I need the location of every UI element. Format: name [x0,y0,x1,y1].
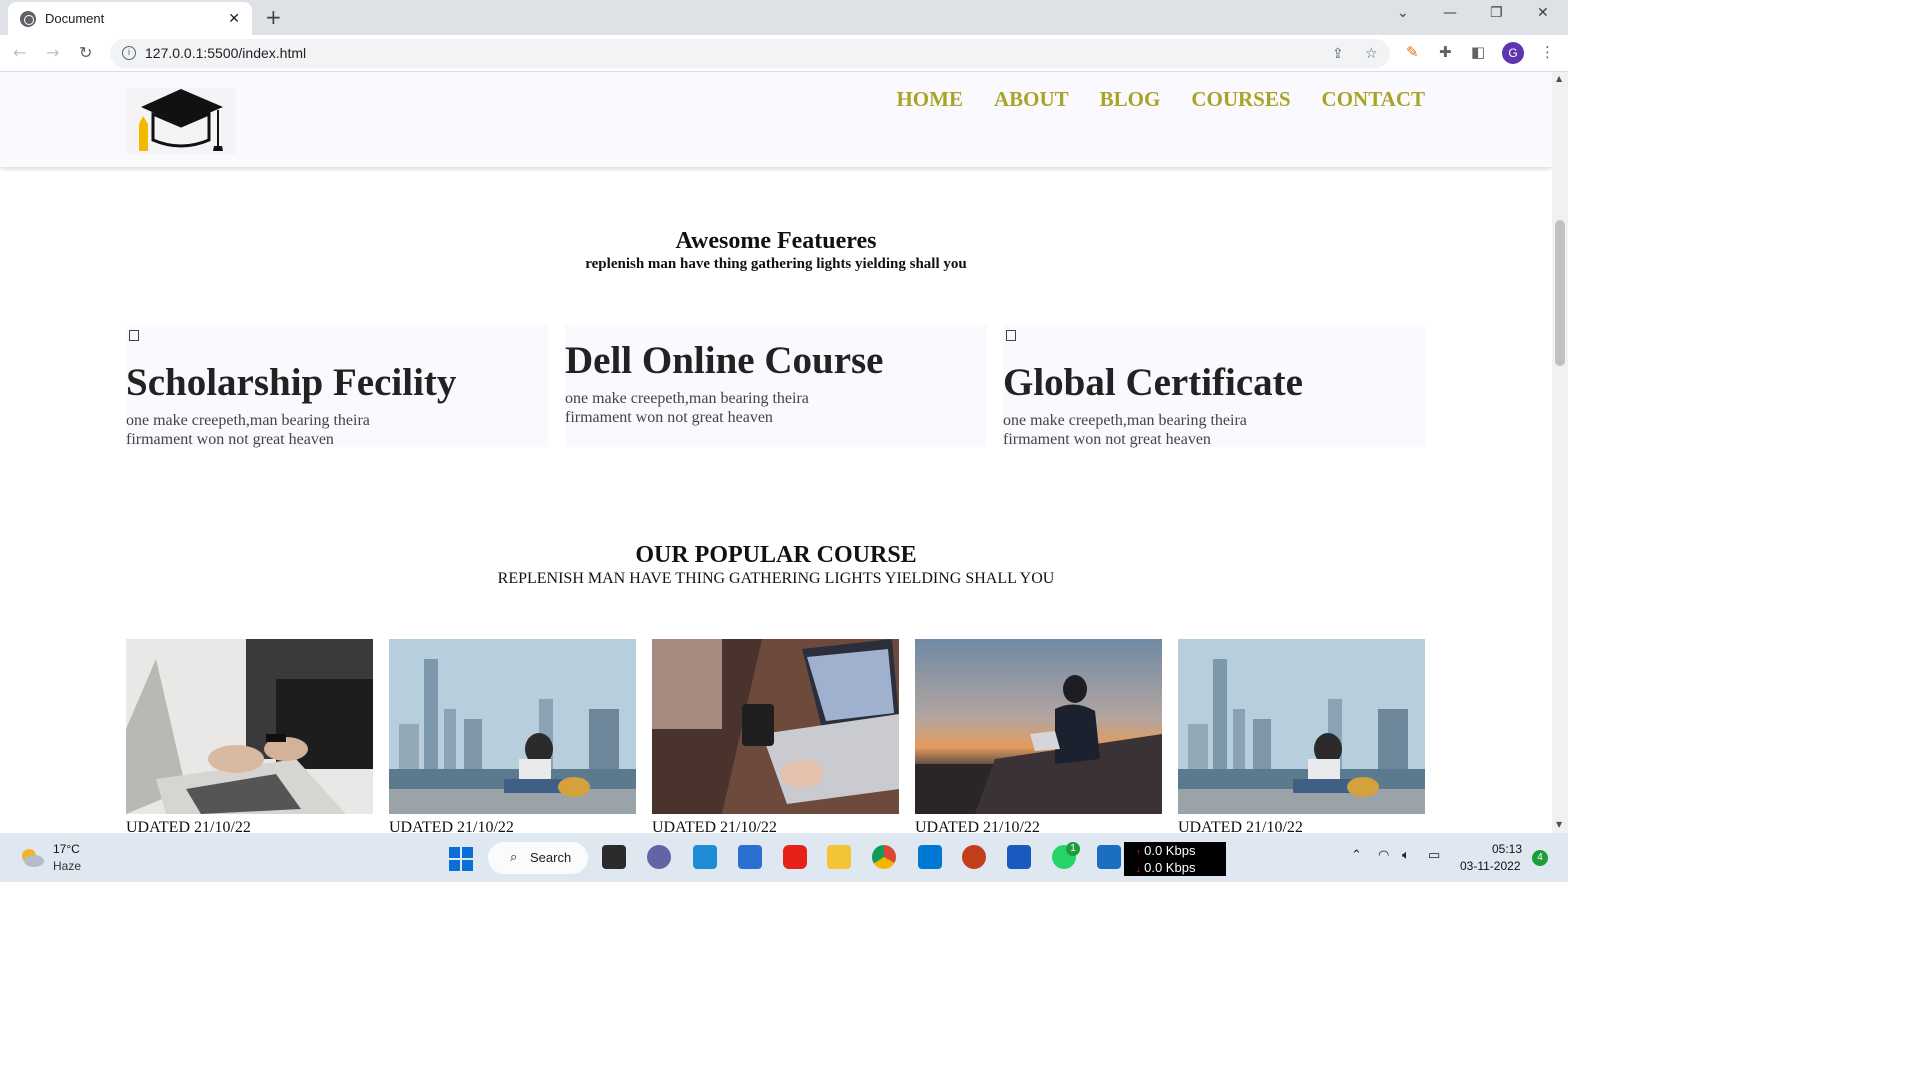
course-card[interactable]: UDATED 21/10/22 [652,639,899,833]
windows-start-icon[interactable] [449,847,473,871]
url-text: 127.0.0.1:5500/index.html [145,45,307,61]
minimize-button[interactable]: — [1443,5,1457,21]
file-explorer-icon[interactable] [827,845,851,869]
network-speed-widget: ↑ 0.0 Kbps ↓ 0.0 Kbps [1124,842,1226,876]
feature-card: Dell Online Course one make creepeth,man… [565,325,987,447]
task-view-icon[interactable] [602,845,626,869]
clock-date[interactable]: 03-11-2022 [1460,859,1521,873]
word-icon[interactable] [1007,845,1031,869]
net-upload: 0.0 Kbps [1144,843,1196,858]
profile-avatar[interactable]: G [1502,42,1524,64]
course-date: UDATED 21/10/22 [1178,819,1303,833]
remote-desktop-icon[interactable] [693,845,717,869]
globe-icon [20,10,36,27]
volume-icon[interactable]: 🔈︎ [1402,848,1410,863]
course-date: UDATED 21/10/22 [652,819,777,833]
search-icon: ⌕ [510,850,518,865]
course-image-laptop-typing [126,639,373,814]
missing-glyph-icon [129,330,139,341]
course-date: UDATED 21/10/22 [389,819,514,833]
nav-blog[interactable]: BLOG [1100,87,1161,112]
feature-card-text: one make creepeth,man bearing theira fir… [1003,412,1247,448]
site-info-icon[interactable]: i [122,46,136,60]
forward-icon[interactable]: → [46,43,59,62]
feature-card-title: Scholarship Fecility [126,361,457,404]
notification-badge[interactable]: 4 [1532,850,1548,866]
battery-icon[interactable]: ▭ [1428,848,1440,863]
download-arrow-icon: ↓ [1136,864,1141,874]
features-title: Awesome Featueres [675,228,877,254]
address-bar[interactable]: i 127.0.0.1:5500/index.html ⇪ ☆ [110,39,1390,68]
course-date: UDATED 21/10/22 [915,819,1040,833]
restore-button[interactable]: ❐ [1490,5,1503,21]
tab-close-button[interactable]: ✕ [228,11,240,27]
scroll-down-arrow-icon[interactable]: ▼ [1556,820,1562,829]
powerpoint-icon[interactable] [962,845,986,869]
windows-taskbar: 17°C Haze ⌕ Search 1 ↑ 0.0 Kbps ↓ 0.0 Kb… [0,833,1568,882]
back-icon[interactable]: ← [13,43,26,62]
browser-tab[interactable]: Document ✕ [8,2,252,35]
new-tab-button[interactable]: + [265,5,282,29]
scroll-up-arrow-icon[interactable]: ▲ [1556,74,1562,83]
course-date: UDATED 21/10/22 [126,819,251,833]
course-card[interactable]: UDATED 21/10/22 [915,639,1162,833]
course-card[interactable]: UDATED 21/10/22 [389,639,636,833]
browser-toolbar: ← → ↻ i 127.0.0.1:5500/index.html ⇪ ☆ ✎ … [0,35,1568,72]
features-subtitle: replenish man have thing gathering light… [585,256,967,272]
page-viewport: HOME ABOUT BLOG COURSES CONTACT Awesome … [0,72,1552,833]
popular-title: OUR POPULAR COURSE [635,542,917,568]
extensions-puzzle-icon[interactable]: ✚ [1439,43,1452,61]
browser-tab-bar: Document ✕ + ⌄ — ❐ ✕ [0,0,1568,35]
youtube-icon[interactable] [783,845,807,869]
color-picker-extension-icon[interactable]: ✎ [1406,43,1419,61]
feature-card-text: one make creepeth,man bearing theira fir… [565,390,809,426]
share-icon[interactable]: ⇪ [1332,46,1344,62]
scrollbar-thumb[interactable] [1555,220,1565,366]
page-scrollbar[interactable]: ▲ ▼ [1552,72,1568,833]
popular-subtitle: REPLENISH MAN HAVE THING GATHERING LIGHT… [497,570,1055,587]
course-image-city-laptop [1178,639,1425,814]
bookmark-star-icon[interactable]: ☆ [1365,46,1378,62]
site-header: HOME ABOUT BLOG COURSES CONTACT [0,72,1552,167]
nav-courses[interactable]: COURSES [1191,87,1290,112]
side-panel-icon[interactable]: ◧ [1471,43,1485,61]
search-label: Search [530,850,572,865]
course-card[interactable]: UDATED 21/10/22 [1178,639,1425,833]
nav-about[interactable]: ABOUT [994,87,1069,112]
upload-arrow-icon: ↑ [1136,847,1141,857]
net-download: 0.0 Kbps [1144,860,1196,875]
feature-card-text: one make creepeth,man bearing theira fir… [126,412,370,448]
wifi-icon[interactable]: ◠ [1378,848,1389,863]
teams-chat-icon[interactable] [647,845,671,869]
vscode-icon[interactable] [918,845,942,869]
feature-card-title: Dell Online Course [565,339,884,382]
mail-icon[interactable] [738,845,762,869]
course-image-coffee-laptop [652,639,899,814]
tab-search-icon[interactable]: ⌄ [1397,5,1409,21]
nav-contact[interactable]: CONTACT [1322,87,1425,112]
menu-kebab-icon[interactable]: ⋮ [1540,43,1555,61]
tab-title: Document [45,11,105,26]
whatsapp-badge: 1 [1066,842,1080,856]
reload-icon[interactable]: ↻ [79,43,92,62]
haze-weather-icon[interactable] [20,847,44,867]
feature-card: Scholarship Fecility one make creepeth,m… [126,325,548,448]
close-window-button[interactable]: ✕ [1537,5,1549,21]
weather-condition[interactable]: Haze [53,859,81,873]
course-image-city-laptop [389,639,636,814]
nav-home[interactable]: HOME [896,87,963,112]
show-hidden-icons-chevron-icon[interactable]: ⌃ [1351,848,1362,863]
photos-icon[interactable] [1097,845,1121,869]
weather-temperature[interactable]: 17°C [53,842,80,856]
course-image-rooftop-sunset [915,639,1162,814]
chrome-icon[interactable] [872,845,896,869]
feature-card: Global Certificate one make creepeth,man… [1003,325,1425,448]
graduation-cap-logo[interactable] [126,88,236,154]
main-nav: HOME ABOUT BLOG COURSES CONTACT [896,87,1425,112]
feature-card-title: Global Certificate [1003,361,1303,404]
missing-glyph-icon [1006,330,1016,341]
course-card[interactable]: UDATED 21/10/22 [126,639,373,833]
taskbar-search[interactable]: ⌕ Search [488,842,588,874]
clock-time[interactable]: 05:13 [1492,842,1522,856]
